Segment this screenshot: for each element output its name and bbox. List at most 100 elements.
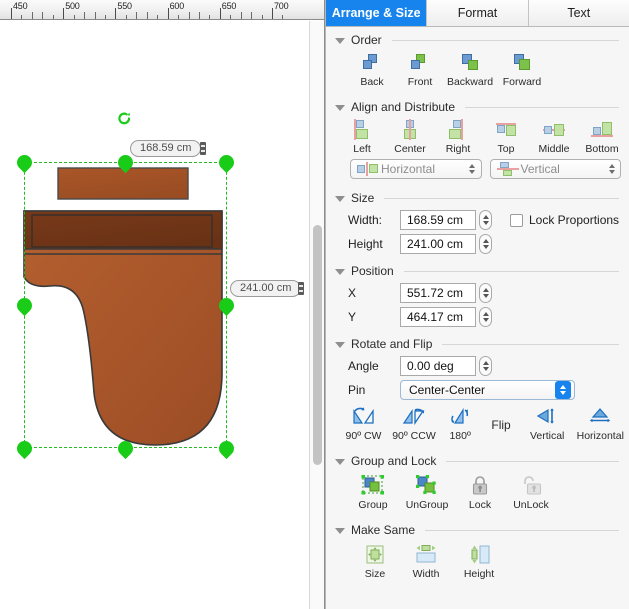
width-dimension-badge[interactable]: 168.59 cm (130, 140, 202, 157)
align-middle-button[interactable]: Middle (530, 119, 578, 155)
vertical-scrollbar[interactable] (309, 21, 325, 609)
order-forward-label: Forward (502, 76, 542, 88)
align-bottom-button[interactable]: Bottom (578, 119, 626, 155)
rotate-90-ccw-icon (401, 406, 427, 428)
align-middle-label: Middle (538, 143, 570, 155)
pin-popup[interactable]: Center-Center (400, 380, 575, 400)
ruler-label: 700 (274, 1, 289, 11)
section-rule (391, 39, 619, 41)
x-stepper[interactable] (479, 283, 492, 303)
section-position-title: Position (351, 264, 394, 278)
disclosure-triangle-icon[interactable] (335, 458, 345, 465)
section-align-header[interactable]: Align and Distribute (326, 94, 629, 117)
order-back-button[interactable]: Back (348, 52, 396, 88)
ruler-tick (188, 12, 190, 19)
align-right-label: Right (445, 143, 471, 155)
disclosure-triangle-icon[interactable] (335, 268, 345, 275)
order-forward-button[interactable]: Forward (496, 52, 548, 88)
rotate-handle-icon[interactable] (117, 111, 132, 126)
angle-stepper[interactable] (479, 356, 492, 376)
width-input[interactable]: 168.59 cm (400, 210, 476, 230)
section-align-distribute: Align and Distribute Left Center Right T… (326, 94, 629, 185)
align-left-button[interactable]: Left (338, 119, 386, 155)
disclosure-triangle-icon[interactable] (335, 195, 345, 202)
distribute-vertical-popup[interactable]: Vertical (489, 159, 621, 179)
ruler-label: 550 (117, 1, 132, 11)
ruler-tick (251, 12, 253, 19)
height-dimension-badge[interactable]: 241.00 cm (230, 280, 302, 297)
distribute-horizontal-popup[interactable]: Horizontal (350, 159, 482, 179)
ruler-tick (282, 15, 284, 19)
inspector-tabbar: Arrange & Size Format Text (326, 0, 629, 27)
disclosure-triangle-icon[interactable] (335, 527, 345, 534)
make-same-size-label: Size (364, 568, 386, 580)
angle-input[interactable]: 0.00 deg (400, 356, 476, 376)
make-same-width-button[interactable]: Width (400, 544, 452, 580)
ruler-tick (84, 12, 86, 19)
section-group-header[interactable]: Group and Lock (326, 448, 629, 471)
ruler-label: 500 (65, 1, 80, 11)
rotate-180-button[interactable]: 180º (441, 406, 479, 442)
group-button[interactable]: Group (348, 475, 398, 511)
ruler-tick (21, 15, 23, 19)
section-rotate-flip: Rotate and Flip Angle 0.00 deg Pin Cente… (326, 331, 629, 448)
unlock-label: UnLock (513, 499, 549, 511)
lock-proportions-checkbox[interactable] (510, 213, 523, 227)
section-group-lock: Group and Lock Group UnGroup Lock UnLock (326, 448, 629, 517)
tab-format[interactable]: Format (427, 0, 529, 26)
canvas-surface[interactable]: 168.59 cm 241.00 cm (0, 21, 309, 609)
angle-field-row: Angle 0.00 deg (326, 354, 629, 378)
section-make-same-title: Make Same (351, 523, 416, 537)
order-button-row: Back Front Backward Forward (326, 50, 629, 92)
tab-arrange-and-size[interactable]: Arrange & Size (326, 0, 428, 26)
disclosure-triangle-icon[interactable] (335, 104, 345, 111)
section-order-title: Order (351, 33, 382, 47)
ruler-label: 600 (169, 1, 185, 11)
x-input[interactable]: 551.72 cm (400, 283, 476, 303)
distribute-horizontal-label: Horizontal (381, 162, 436, 176)
rotate-90-cw-icon (351, 406, 377, 428)
align-right-button[interactable]: Right (434, 119, 482, 155)
height-badge-grip[interactable] (298, 282, 304, 295)
make-same-height-button[interactable]: Height (452, 544, 506, 580)
align-center-button[interactable]: Center (386, 119, 434, 155)
unlock-button[interactable]: UnLock (504, 475, 558, 511)
disclosure-triangle-icon[interactable] (335, 37, 345, 44)
chevron-updown-icon[interactable] (466, 162, 479, 177)
horizontal-ruler[interactable]: 450 500 550 600 650 700 (0, 0, 325, 20)
height-stepper[interactable] (479, 234, 492, 254)
section-position: Position X 551.72 cm Y 464.17 cm (326, 258, 629, 331)
inspector-panel: Arrange & Size Format Text Order Back Fr… (325, 0, 629, 609)
chevron-updown-icon[interactable] (555, 381, 571, 399)
y-stepper[interactable] (479, 307, 492, 327)
ruler-tick (209, 15, 211, 19)
order-backward-button[interactable]: Backward (444, 52, 496, 88)
rotate-90-ccw-button[interactable]: 90º CCW (387, 406, 441, 442)
vertical-scrollbar-thumb[interactable] (313, 225, 322, 465)
flip-horizontal-button[interactable]: Horizontal (572, 406, 629, 442)
ruler-tick (63, 8, 65, 19)
section-make-same-header[interactable]: Make Same (326, 517, 629, 540)
width-stepper[interactable] (479, 210, 492, 230)
distribute-vertical-icon (496, 162, 519, 176)
section-position-header[interactable]: Position (326, 258, 629, 281)
height-input[interactable]: 241.00 cm (400, 234, 476, 254)
ungroup-icon (414, 475, 440, 497)
width-badge-grip[interactable] (200, 142, 206, 155)
y-input[interactable]: 464.17 cm (400, 307, 476, 327)
align-top-button[interactable]: Top (482, 119, 530, 155)
align-center-icon (397, 119, 423, 141)
section-rotate-header[interactable]: Rotate and Flip (326, 331, 629, 354)
chevron-updown-icon[interactable] (605, 162, 618, 177)
lock-button[interactable]: Lock (456, 475, 504, 511)
ungroup-button[interactable]: UnGroup (398, 475, 456, 511)
disclosure-triangle-icon[interactable] (335, 341, 345, 348)
section-order-header[interactable]: Order (326, 27, 629, 50)
make-same-size-button[interactable]: Size (350, 544, 400, 580)
tab-text[interactable]: Text (528, 0, 629, 26)
pin-value: Center-Center (409, 383, 486, 397)
order-front-button[interactable]: Front (396, 52, 444, 88)
rotate-90-cw-button[interactable]: 90º CW (340, 406, 387, 442)
flip-vertical-button[interactable]: Vertical (523, 406, 572, 442)
section-size-header[interactable]: Size (326, 185, 629, 208)
